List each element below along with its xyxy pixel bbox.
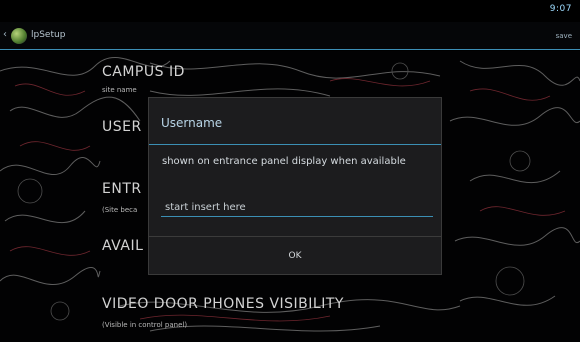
dialog-title: Username (161, 116, 223, 130)
username-input[interactable] (161, 199, 433, 217)
pref-video-door-phones-subtitle: (Visible in control panel) (102, 321, 188, 329)
action-bar: ‹ lpSetup save (0, 22, 580, 50)
pref-entrance-title[interactable]: ENTR (102, 181, 142, 197)
dialog-message: shown on entrance panel display when ava… (162, 156, 406, 167)
pref-available-title[interactable]: AVAIL (102, 238, 143, 254)
dialog-title-bar: Username (149, 98, 441, 145)
ok-button[interactable]: OK (149, 237, 441, 275)
save-action[interactable]: save (556, 32, 572, 40)
app-icon[interactable] (11, 28, 27, 44)
pref-video-door-phones-title[interactable]: VIDEO DOOR PHONES VISIBILITY (102, 296, 344, 312)
status-bar: 9:07 (0, 0, 580, 22)
pref-campus-id-title[interactable]: CAMPUS ID (102, 64, 185, 80)
pref-campus-id-subtitle: site name (102, 86, 137, 94)
status-time: 9:07 (549, 4, 572, 14)
pref-user-title[interactable]: USER (102, 119, 142, 135)
action-bar-title: lpSetup (31, 30, 66, 40)
username-dialog: Username shown on entrance panel display… (148, 97, 442, 275)
pref-entrance-subtitle: (Site beca (102, 206, 138, 214)
back-caret-icon[interactable]: ‹ (3, 29, 7, 40)
